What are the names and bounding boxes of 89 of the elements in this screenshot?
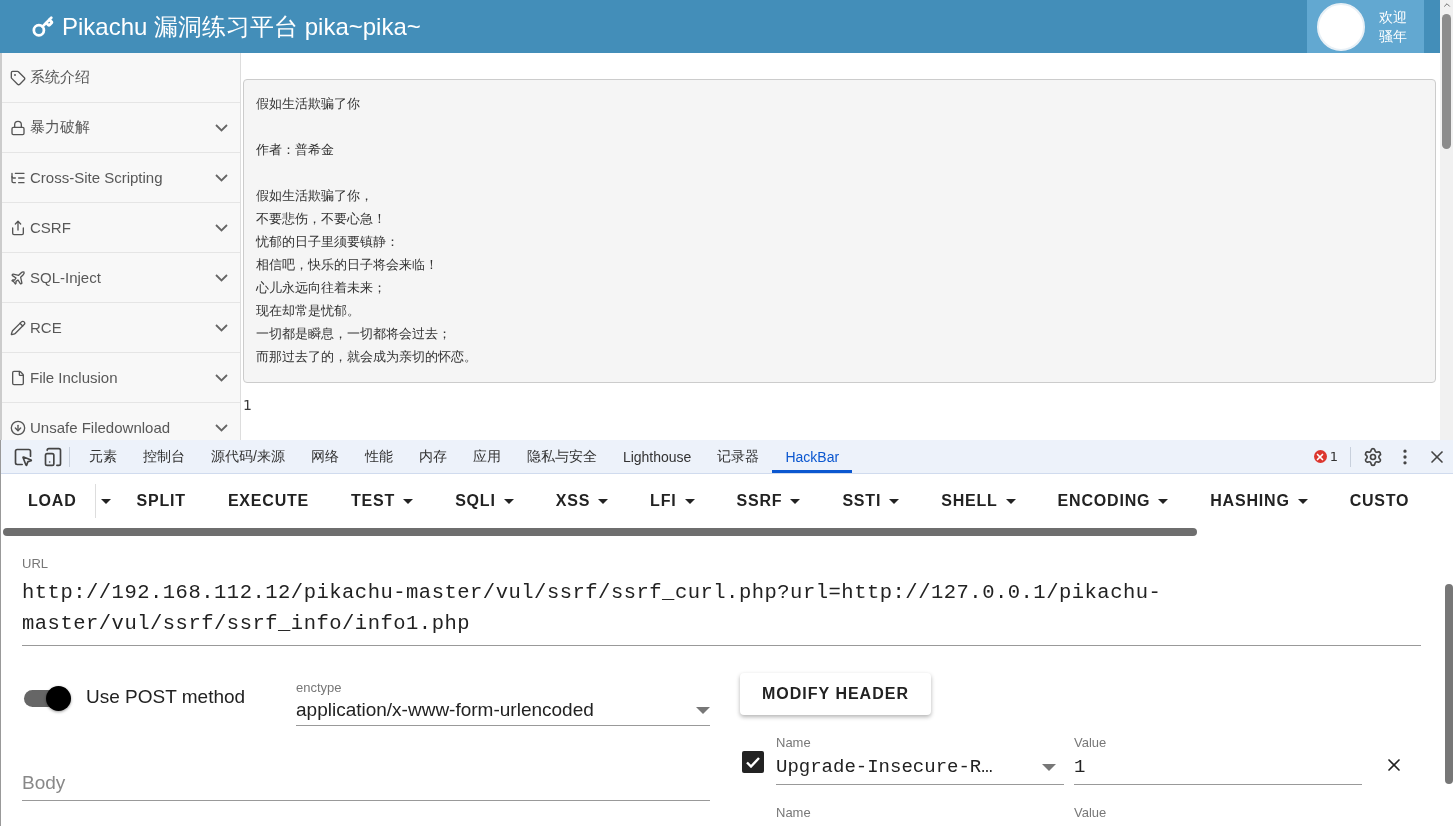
caret-icon: [684, 498, 695, 504]
error-icon: [1313, 450, 1327, 463]
devtools-tab[interactable]: 隐私与安全: [513, 440, 610, 473]
menu-icon: [10, 119, 26, 136]
caret-icon: [1297, 498, 1308, 504]
toolbar-menu[interactable]: LFI: [629, 481, 716, 521]
sidebar-item[interactable]: 系统介绍: [2, 53, 240, 103]
poem-title: 假如生活欺骗了你: [256, 95, 361, 113]
caret-icon: [790, 498, 801, 504]
poem-line: 假如生活欺骗了你，: [256, 187, 374, 205]
menu-icon: [10, 269, 26, 286]
header-value-field[interactable]: 1: [1074, 750, 1362, 785]
poem-line: 忧郁的日子里须要镇静：: [256, 233, 400, 251]
error-count[interactable]: 1: [1313, 449, 1338, 464]
devtools-tab[interactable]: 网络: [297, 440, 352, 473]
devtools-tab[interactable]: 性能: [351, 440, 406, 473]
toolbar-button[interactable]: LOAD: [7, 481, 95, 521]
devtools-tab[interactable]: 源代码/来源: [198, 440, 298, 473]
caret-icon: [696, 706, 710, 714]
poem-line: 一切都是瞬息，一切都将会过去；: [256, 325, 452, 343]
output-text: 1: [243, 397, 253, 413]
poem-line: 相信吧，快乐的日子将会来临！: [256, 256, 439, 274]
sidebar-item[interactable]: RCE: [2, 303, 240, 353]
caret-icon: [1005, 498, 1016, 504]
devtools-tab[interactable]: 控制台: [130, 440, 198, 473]
devtools-tab[interactable]: 元素: [76, 440, 130, 473]
devtools-tab[interactable]: HackBar: [772, 440, 853, 473]
sidebar-item[interactable]: CSRF: [2, 203, 240, 253]
inspect-icon[interactable]: [13, 446, 33, 467]
poem-line: 现在却常是忧郁。: [256, 302, 361, 320]
field-label: URL: [22, 556, 49, 571]
toolbar-menu[interactable]: SSTI: [821, 481, 921, 521]
field-label: Value: [1074, 805, 1108, 820]
key-icon: [32, 15, 54, 38]
scroll-up-icon[interactable]: [1441, 0, 1452, 10]
device-icon[interactable]: [43, 446, 63, 467]
enctype-select[interactable]: application/x-www-form-urlencoded: [296, 695, 710, 726]
header-checkbox[interactable]: [742, 751, 764, 773]
caret-icon: [1158, 498, 1169, 504]
toggle-label: Use POST method: [86, 686, 247, 709]
url-field[interactable]: http://192.168.112.12/pikachu-master/vul/ssrf/ssrf_curl.php?url=http://127.0.0.1/pikachu-master/vul/ssrf/ssrf_info/info1.php: [22, 571, 1421, 646]
poem-line: 心儿永远向往着未来；: [256, 279, 387, 297]
header-name-select[interactable]: Upgrade-Insecure-R…: [776, 750, 1064, 785]
devtools-tab[interactable]: Lighthouse: [609, 440, 705, 473]
caret-icon: [889, 498, 900, 504]
avatar: [1317, 2, 1365, 51]
toolbar-button[interactable]: SPLIT: [115, 481, 207, 521]
toolbar-menu[interactable]: SHELL: [920, 481, 1037, 521]
modify-header-button[interactable]: MODIFY HEADER: [740, 673, 931, 715]
sidebar-item[interactable]: Cross-Site Scripting: [2, 153, 240, 203]
devtools-tab[interactable]: 记录器: [704, 440, 773, 473]
scroll-thumb[interactable]: [1442, 14, 1451, 149]
site-title[interactable]: Pikachu 漏洞练习平台 pika~pika~: [62, 10, 421, 43]
menu-icon: [10, 369, 26, 386]
caret-icon: [403, 498, 414, 504]
page-scrollbar[interactable]: [1440, 0, 1453, 440]
caret-icon: [1042, 763, 1056, 771]
poem-line: 而那过去了的，就会成为亲切的怀恋。: [256, 348, 478, 366]
poem-line: 不要悲伤，不要心急！: [256, 210, 387, 228]
menu-icon: [10, 419, 26, 436]
check-icon: [746, 756, 760, 768]
sidebar-item[interactable]: File Inclusion: [2, 353, 240, 403]
caret-icon: [598, 498, 609, 504]
field-label: Value: [1074, 735, 1108, 750]
poem-author: 作者：普希金: [256, 141, 335, 159]
sidebar-item[interactable]: SQL-Inject: [2, 253, 240, 303]
field-label: Name: [776, 805, 812, 820]
greeting-text: 欢迎: [1379, 7, 1407, 27]
sidebar-item[interactable]: 暴力破解: [2, 103, 240, 153]
caret-icon: [503, 498, 514, 504]
toolbar-menu[interactable]: ENCODING: [1036, 481, 1190, 521]
toolbar-button[interactable]: EXECUTE: [206, 481, 331, 521]
horizontal-scrollbar[interactable]: [3, 528, 1197, 536]
toolbar-menu[interactable]: SQLI: [434, 481, 535, 521]
body-field[interactable]: Body: [22, 772, 710, 801]
caret-icon: [100, 498, 111, 504]
field-label: Name: [776, 735, 812, 750]
menu-icon: [10, 219, 26, 236]
toolbar-menu[interactable]: XSS: [534, 481, 630, 521]
toolbar-button[interactable]: CUSTO: [1328, 481, 1431, 521]
toolbar-menu[interactable]: HASHING: [1189, 481, 1329, 521]
devtools-tab[interactable]: 内存: [405, 440, 460, 473]
field-label: enctype: [296, 680, 343, 695]
toolbar-menu[interactable]: TEST: [330, 481, 435, 521]
toolbar-menu[interactable]: SSRF: [715, 481, 822, 521]
devtools-tab[interactable]: 应用: [459, 440, 514, 473]
menu-icon: [10, 319, 26, 336]
user-name: 骚年: [1379, 26, 1407, 46]
menu-icon: [10, 69, 26, 86]
